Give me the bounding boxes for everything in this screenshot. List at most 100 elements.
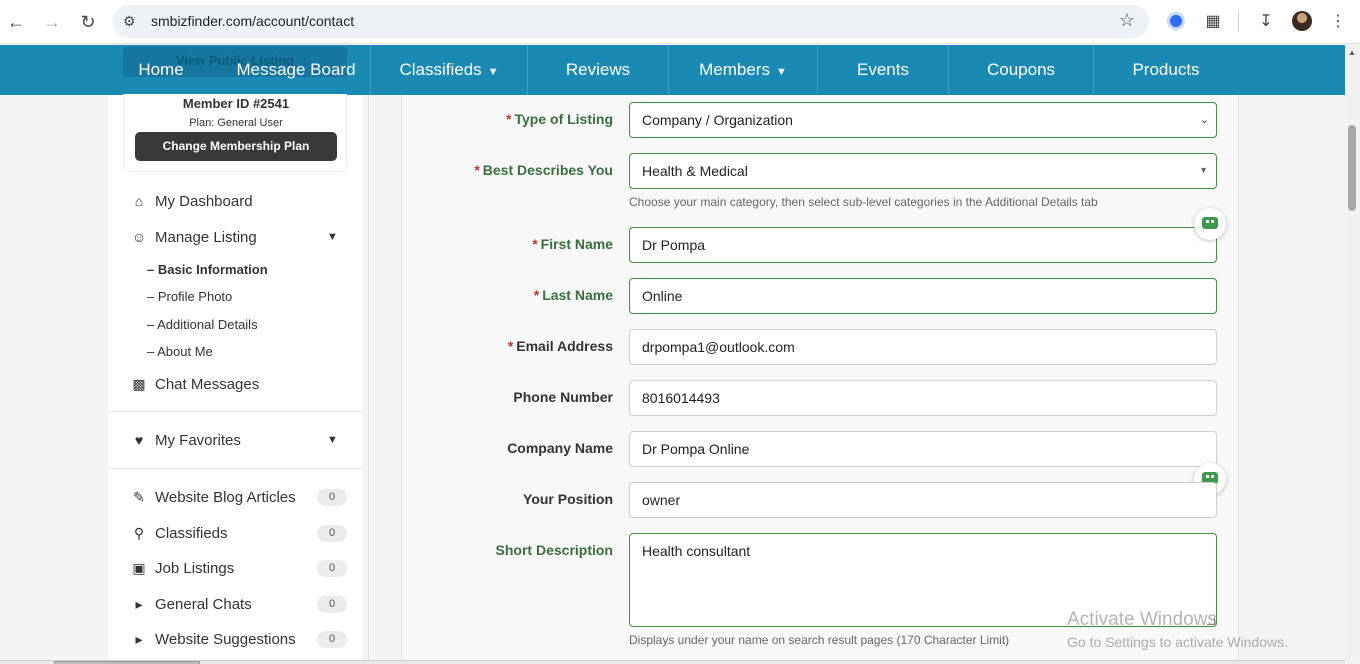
user-avatar[interactable] — [1292, 11, 1312, 31]
nav-members[interactable]: Members ▼ — [669, 45, 817, 95]
windows-watermark-title: Activate Windows — [1067, 609, 1217, 630]
last-name-input[interactable]: Online — [629, 278, 1217, 314]
sidebar-item-manage-listing[interactable]: ☺ Manage Listing — [130, 226, 257, 248]
sidebar-item-chat-messages[interactable]: ▩ Chat Messages — [130, 373, 259, 395]
sidebar-sub-additional-details[interactable]: – Additional Details — [147, 317, 258, 332]
required-asterisk: * — [507, 338, 514, 354]
sidebar-sub-basic-information[interactable]: – Basic Information — [147, 262, 268, 277]
input-value: owner — [642, 492, 681, 508]
horizontal-scrollbar[interactable] — [0, 660, 1345, 664]
description-help-text: Displays under your name on search resul… — [629, 633, 1010, 647]
change-membership-plan-button[interactable]: Change Membership Plan — [135, 132, 337, 161]
sidebar-item-blog-articles[interactable]: ✎ Website Blog Articles — [130, 486, 296, 508]
page-scrollbar[interactable]: ▲ — [1345, 45, 1360, 661]
nav-products[interactable]: Products — [1094, 45, 1238, 95]
type-of-listing-select[interactable]: Company / Organization ⌄ — [629, 102, 1217, 138]
required-asterisk: * — [533, 287, 540, 303]
label-short-description: Short Description — [495, 542, 613, 558]
home-icon: ⌂ — [134, 193, 144, 209]
count-badge: 0 — [317, 489, 347, 506]
extensions-puzzle-icon[interactable]: ▦ — [1202, 11, 1224, 33]
megaphone-icon: ▸ — [135, 595, 143, 612]
member-id: Member ID #2541 — [182, 96, 290, 111]
sidebar-item-label: My Dashboard — [155, 192, 253, 210]
browser-toolbar: ← → ↻ ⚙ smbizfinder.com/account/contact … — [0, 0, 1360, 44]
caret-down-icon[interactable]: ▼ — [327, 231, 338, 243]
sidebar-item-classifieds[interactable]: ⚲ Classifieds — [130, 522, 228, 544]
input-value: drpompa1@outlook.com — [642, 339, 795, 355]
label-text: Type of Listing — [514, 111, 613, 127]
chevron-down-icon: ▼ — [775, 66, 787, 78]
sidebar-divider — [108, 411, 362, 412]
category-help-text: Choose your main category, then select s… — [629, 195, 1098, 209]
sidebar-item-dashboard[interactable]: ⌂ My Dashboard — [130, 190, 253, 212]
count-badge: 0 — [317, 631, 347, 648]
bookmark-star-icon[interactable]: ☆ — [1119, 10, 1135, 31]
sidebar-item-label: Job Listings — [155, 559, 235, 577]
chevron-down-icon: ▼ — [487, 66, 499, 78]
url-text[interactable]: smbizfinder.com/account/contact — [151, 13, 354, 29]
label-phone-number: Phone Number — [513, 389, 613, 405]
sidebar-item-label: My Favorites — [155, 431, 241, 449]
sidebar-item-general-chats[interactable]: ▸ General Chats — [130, 593, 251, 615]
first-name-input[interactable]: Dr Pompa — [629, 227, 1217, 263]
required-asterisk: * — [506, 111, 512, 127]
sidebar-item-website-suggestions[interactable]: ▸ Website Suggestions — [130, 628, 295, 650]
count-badge: 0 — [317, 560, 347, 577]
select-value: Health & Medical — [642, 163, 748, 179]
company-name-input[interactable]: Dr Pompa Online — [629, 431, 1217, 467]
site-navigation: View Public Listing Home Message Board C… — [0, 45, 1345, 95]
heart-icon: ♥ — [134, 432, 144, 448]
site-settings-icon[interactable]: ⚙ — [123, 13, 136, 30]
label-your-position: Your Position — [523, 491, 613, 507]
email-field[interactable]: drpompa1@outlook.com — [629, 329, 1217, 365]
count-badge: 0 — [317, 525, 347, 542]
address-bar[interactable]: ⚙ smbizfinder.com/account/contact ☆ — [113, 5, 1149, 38]
nav-classifieds[interactable]: Classifieds ▼ — [371, 45, 527, 95]
label-text: First Name — [540, 236, 613, 252]
label-text: Last Name — [542, 287, 613, 303]
sidebar-item-label: Chat Messages — [155, 375, 260, 393]
reload-icon[interactable]: ↻ — [77, 11, 99, 33]
forward-icon[interactable]: → — [41, 11, 63, 33]
label-last-name: * Last Name — [393, 287, 613, 303]
user-circle-icon: ☺ — [131, 229, 147, 245]
nav-events[interactable]: Events — [818, 45, 948, 95]
toolbar-separator — [1238, 12, 1239, 32]
sidebar-sub-profile-photo[interactable]: – Profile Photo — [147, 289, 232, 304]
nav-reviews[interactable]: Reviews — [528, 45, 668, 95]
required-asterisk: * — [474, 162, 480, 178]
select-value: Company / Organization — [642, 112, 793, 128]
category-select[interactable]: Health & Medical ▼ — [629, 153, 1217, 189]
download-icon[interactable]: ↧ — [1255, 11, 1277, 33]
back-icon[interactable]: ← — [5, 11, 27, 33]
scroll-up-arrow-icon[interactable]: ▲ — [1348, 48, 1356, 57]
sidebar-sub-about-me[interactable]: – About Me — [147, 344, 213, 359]
sidebar-divider — [108, 468, 362, 469]
position-input[interactable]: owner — [629, 482, 1217, 518]
scrollbar-thumb[interactable] — [1348, 125, 1356, 211]
sidebar-item-label: Website Blog Articles — [155, 488, 296, 506]
caret-down-icon[interactable]: ▼ — [327, 434, 338, 446]
count-badge: 0 — [317, 596, 347, 613]
chat-icon: ▩ — [132, 375, 146, 392]
nav-coupons[interactable]: Coupons — [949, 45, 1093, 95]
input-value: 8016014493 — [642, 390, 720, 406]
pencil-icon: ✎ — [133, 488, 145, 505]
required-asterisk: * — [532, 236, 538, 252]
label-text: Best Describes You — [482, 162, 613, 178]
chevron-down-icon: ⌄ — [1199, 114, 1209, 126]
nav-message-board[interactable]: Message Board — [222, 45, 370, 95]
autofill-bot-icon[interactable] — [1194, 208, 1226, 240]
sidebar-item-job-listings[interactable]: ▣ Job Listings — [130, 557, 234, 579]
caret-down-icon: ▼ — [1199, 165, 1208, 175]
nav-home[interactable]: Home — [120, 45, 202, 95]
sidebar-item-label: Classifieds — [155, 524, 228, 542]
sidebar-item-favorites[interactable]: ♥ My Favorites — [130, 429, 241, 451]
pushpin-icon: ⚲ — [133, 524, 145, 541]
label-text: Email Address — [516, 338, 613, 354]
extension-profile-icon[interactable] — [1167, 12, 1185, 30]
browser-menu-icon[interactable]: ⋮ — [1327, 11, 1349, 33]
account-sidebar: Member ID #2541 Plan: General User Chang… — [108, 94, 362, 664]
phone-input[interactable]: 8016014493 — [629, 380, 1217, 416]
